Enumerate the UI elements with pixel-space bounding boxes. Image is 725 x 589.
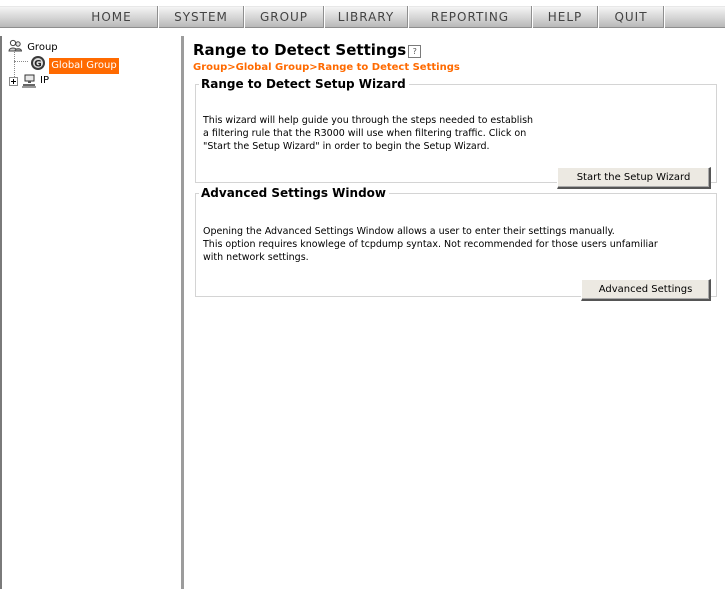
description-line: Opening the Advanced Settings Window all… (203, 226, 615, 237)
global-group-badge-icon: G (31, 56, 45, 70)
advanced-settings-description: Opening the Advanced Settings Window all… (203, 225, 708, 264)
description-line: with network settings. (203, 252, 309, 263)
advanced-settings-section: Advanced Settings Window Opening the Adv… (195, 186, 717, 301)
tree-node-global-group[interactable]: G Global Group (30, 55, 119, 74)
expand-toggle-icon[interactable] (9, 77, 18, 86)
tree-node-global-group-label[interactable]: Global Group (49, 58, 119, 74)
main-content: Range to Detect Settings? Group>Global G… (184, 36, 725, 589)
description-line: This wizard will help guide you through … (203, 115, 534, 126)
top-menu-bar: HOME SYSTEM GROUP LIBRARY REPORTING HELP… (0, 0, 725, 34)
group-users-icon (8, 39, 23, 52)
menu-group[interactable]: GROUP (245, 6, 323, 28)
breadcrumb: Group>Global Group>Range to Detect Setti… (193, 62, 460, 73)
menu-quit[interactable]: QUIT (599, 6, 663, 28)
menu-reporting[interactable]: REPORTING (409, 6, 531, 28)
tree-node-group[interactable]: Group (8, 39, 60, 55)
help-icon[interactable]: ? (408, 45, 422, 58)
network-computer-icon (22, 74, 36, 88)
description-line: "Start the Setup Wizard" in order to beg… (203, 141, 490, 152)
app-window: HOME SYSTEM GROUP LIBRARY REPORTING HELP… (0, 0, 725, 589)
tree-node-group-label[interactable]: Group (25, 40, 59, 56)
menu-home[interactable]: HOME (66, 6, 157, 28)
advanced-settings-button[interactable]: Advanced Settings (581, 279, 711, 301)
menu-library[interactable]: LIBRARY (325, 6, 407, 28)
description-line: This option requires knowlege of tcpdump… (203, 239, 658, 250)
tree-node-ip-label[interactable]: IP (38, 73, 51, 89)
setup-wizard-legend: Range to Detect Setup Wizard (201, 77, 406, 91)
menu-separator (663, 6, 665, 28)
menu-help[interactable]: HELP (533, 6, 597, 28)
page-title: Range to Detect Settings? (193, 41, 422, 59)
advanced-settings-legend: Advanced Settings Window (201, 186, 386, 200)
setup-wizard-section: Range to Detect Setup Wizard This wizard… (195, 77, 717, 189)
setup-wizard-description: This wizard will help guide you through … (203, 114, 708, 153)
tree-connector (14, 61, 28, 62)
page-title-text: Range to Detect Settings (193, 41, 407, 59)
group-tree-panel: Group G Global Group IP (0, 36, 184, 589)
description-line: a filtering rule that the R3000 will use… (203, 128, 527, 139)
menu-system[interactable]: SYSTEM (159, 6, 243, 28)
svg-text:G: G (34, 60, 41, 70)
